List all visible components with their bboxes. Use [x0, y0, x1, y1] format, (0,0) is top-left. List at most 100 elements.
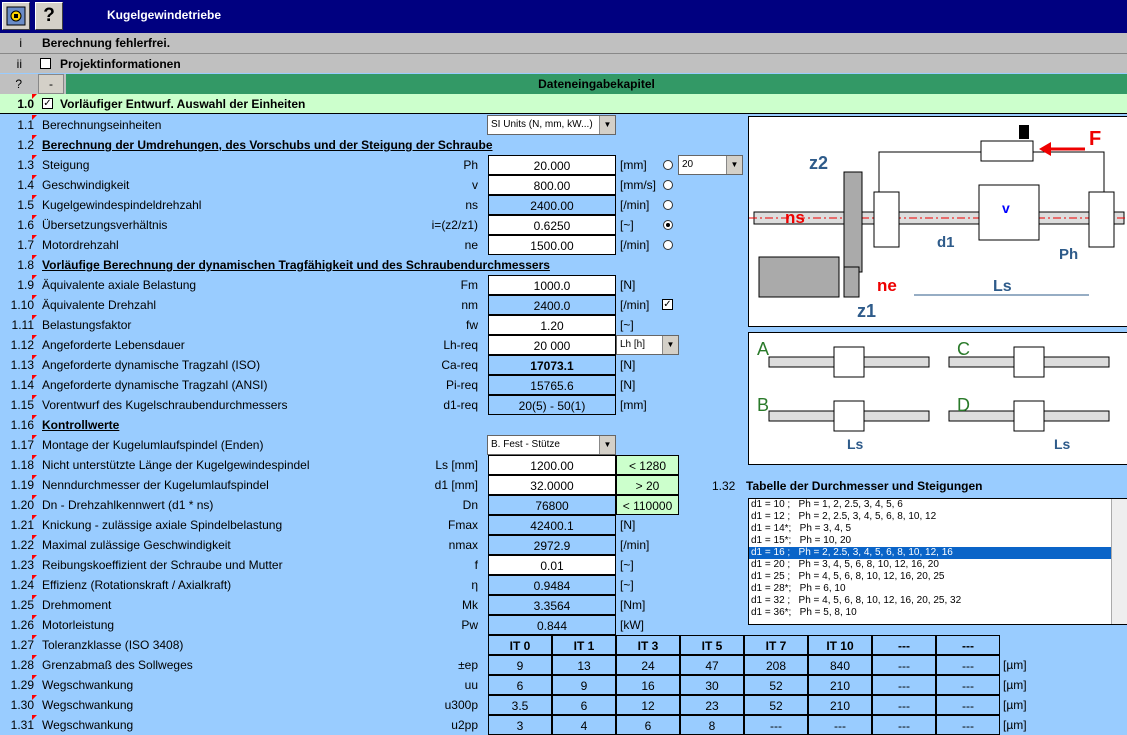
axial-load-input[interactable]: 1000.0 [488, 275, 616, 295]
ratio-radio[interactable] [663, 220, 673, 230]
svg-text:Ls: Ls [847, 436, 864, 452]
tolerance-header-cell: IT 1 [552, 635, 616, 655]
tolerance-cell: --- [808, 715, 872, 735]
tolerance-header-cell: --- [872, 635, 936, 655]
friction-input[interactable]: 0.01 [488, 555, 616, 575]
tolerance-header-cell: IT 5 [680, 635, 744, 655]
chapter-row: ? - Dateneingabekapitel [0, 74, 1127, 94]
pitch-radio[interactable] [663, 160, 673, 170]
pitch-select[interactable]: 20 ▼ [678, 155, 743, 175]
svg-text:A: A [757, 339, 769, 359]
dn-value: 76800 [488, 495, 616, 515]
tolerance-cell: --- [936, 715, 1000, 735]
tolerance-cell: 24 [616, 655, 680, 675]
section-checkbox[interactable]: ✓ [42, 98, 53, 109]
pitch-input[interactable]: 20.000 [488, 155, 616, 175]
tolerance-cell: 4 [552, 715, 616, 735]
tolerance-row: 1.29 Wegschwankung uu 6 9 16 30 52 210 --- --- [µm] [0, 675, 1127, 695]
tolerance-header-cell: --- [936, 635, 1000, 655]
tolerance-cell: --- [872, 715, 936, 735]
tolerance-cell: 208 [744, 655, 808, 675]
list-item[interactable]: d1 = 16 ; Ph = 2, 2.5, 3, 4, 5, 6, 8, 10… [749, 547, 1127, 559]
tolerance-cell: 30 [680, 675, 744, 695]
help-button[interactable]: ? [35, 2, 63, 30]
tolerance-header-cell: IT 3 [616, 635, 680, 655]
tolerance-cell: 16 [616, 675, 680, 695]
chevron-down-icon: ▼ [599, 116, 615, 134]
tolerance-cell: 6 [552, 695, 616, 715]
diameter-check: > 20 [616, 475, 679, 495]
speed-input[interactable]: 800.00 [488, 175, 616, 195]
svg-text:C: C [957, 339, 970, 359]
tolerance-header-cell: IT 10 [808, 635, 872, 655]
table-number: 1.32 [712, 479, 736, 493]
chevron-down-icon: ▼ [726, 156, 742, 174]
diameter-input[interactable]: 32.0000 [488, 475, 616, 495]
motor-speed-input[interactable]: 1500.00 [488, 235, 616, 255]
diameter-pitch-list[interactable]: d1 = 10 ; Ph = 1, 2, 2.5, 3, 4, 5, 6 d1 =… [748, 498, 1127, 625]
list-item[interactable]: d1 = 15*; Ph = 10, 20 [749, 535, 1127, 547]
list-item[interactable]: d1 = 20 ; Ph = 3, 4, 5, 6, 8, 10, 12, 16… [749, 559, 1127, 571]
lifetime-input[interactable]: 20 000 [488, 335, 616, 355]
list-item[interactable]: d1 = 25 ; Ph = 4, 5, 6, 8, 10, 12, 16, 2… [749, 571, 1127, 583]
length-check: < 1280 [616, 455, 679, 475]
load-factor-input[interactable]: 1.20 [488, 315, 616, 335]
speed-radio[interactable] [663, 180, 673, 190]
mounting-diagram: A C B D Ls Ls [748, 332, 1127, 465]
ratio-input[interactable]: 0.6250 [488, 215, 616, 235]
svg-text:ne: ne [877, 276, 897, 295]
status-text: Berechnung fehlerfrei. [42, 36, 171, 50]
efficiency-value: 0.9484 [488, 575, 616, 595]
list-item[interactable]: d1 = 10 ; Ph = 1, 2, 2.5, 3, 4, 5, 6 [749, 499, 1127, 511]
chapter-title: Dateneingabekapitel [66, 74, 1127, 94]
collapse-button[interactable]: - [38, 74, 64, 94]
equiv-speed-checkbox[interactable]: ✓ [662, 299, 673, 310]
list-item[interactable]: d1 = 28*; Ph = 6, 10 [749, 583, 1127, 595]
tolerance-cell: 3 [488, 715, 552, 735]
list-item[interactable]: d1 = 36*; Ph = 5, 8, 10 [749, 607, 1127, 619]
tolerance-cell: --- [744, 715, 808, 735]
svg-text:Ls: Ls [993, 278, 1012, 295]
tolerance-cell: 52 [744, 695, 808, 715]
tolerance-cell: 52 [744, 675, 808, 695]
tolerance-cell: --- [872, 675, 936, 695]
units-select[interactable]: SI Units (N, mm, kW...) ▼ [487, 115, 616, 135]
project-info-row: ii Projektinformationen [0, 53, 1127, 73]
list-item[interactable]: d1 = 32 ; Ph = 4, 5, 6, 8, 10, 12, 16, 2… [749, 595, 1127, 607]
torque-value: 3.3564 [488, 595, 616, 615]
tolerance-cell: --- [936, 675, 1000, 695]
motor-speed-radio[interactable] [663, 240, 673, 250]
svg-text:v: v [1002, 200, 1010, 216]
svg-text:Ls: Ls [1054, 436, 1071, 452]
tolerance-cell: --- [872, 655, 936, 675]
tolerance-row: 1.30 Wegschwankung u300p 3.5 6 12 23 52 210 --- --… [0, 695, 1127, 715]
tolerance-header-cell: IT 0 [488, 635, 552, 655]
svg-text:ns: ns [785, 208, 805, 227]
length-input[interactable]: 1200.00 [488, 455, 616, 475]
svg-text:F: F [1089, 128, 1101, 150]
svg-text:D: D [957, 395, 970, 415]
tolerance-cell: 840 [808, 655, 872, 675]
tolerance-cell: --- [936, 655, 1000, 675]
section-header: 1.0 ✓ Vorläufiger Entwurf. Auswahl der E… [0, 94, 1127, 114]
list-item[interactable]: d1 = 12 ; Ph = 2, 2.5, 3, 4, 5, 6, 8, 10… [749, 511, 1127, 523]
scrollbar[interactable] [1111, 499, 1127, 624]
mounting-select[interactable]: B. Fest - Stütze ▼ [487, 435, 616, 455]
tolerance-cell: 9 [552, 675, 616, 695]
tolerance-cell: 6 [488, 675, 552, 695]
chevron-down-icon: ▼ [599, 436, 615, 454]
spindle-speed-radio[interactable] [663, 200, 673, 210]
tolerance-cell: 9 [488, 655, 552, 675]
lifetime-unit-select[interactable]: Lh [h] ▼ [616, 335, 679, 355]
table-title: Tabelle der Durchmesser und Steigungen [746, 479, 983, 493]
dyn-load-iso-value: 17073.1 [488, 355, 616, 375]
svg-text:d1: d1 [937, 234, 955, 251]
tolerance-cell: 47 [680, 655, 744, 675]
project-info-checkbox[interactable] [40, 58, 51, 69]
chevron-down-icon: ▼ [662, 336, 678, 354]
settings-icon[interactable] [2, 2, 30, 30]
power-value: 0.844 [488, 615, 616, 635]
list-item[interactable]: d1 = 14*; Ph = 3, 4, 5 [749, 523, 1127, 535]
tolerance-cell: 6 [616, 715, 680, 735]
gear-icon [6, 6, 26, 26]
